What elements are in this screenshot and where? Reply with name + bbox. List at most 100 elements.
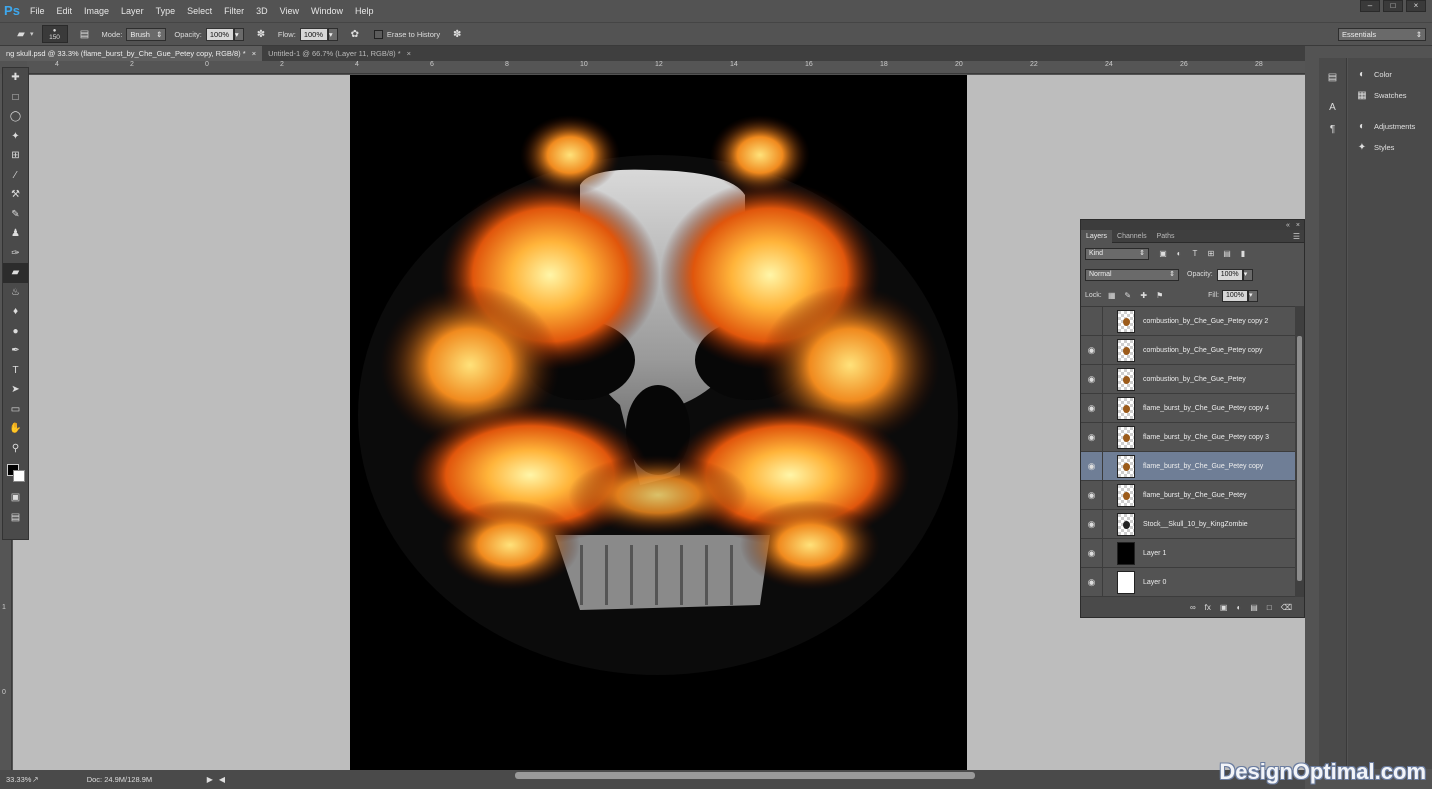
filter-smart-object-icon[interactable]: ▤	[1221, 248, 1233, 260]
pressure-opacity-icon[interactable]: ✽	[252, 26, 270, 42]
layer-name[interactable]: flame_burst_by_Che_Gue_Petey copy	[1143, 463, 1263, 470]
filter-type-icon[interactable]: T	[1189, 248, 1201, 260]
menu-select[interactable]: Select	[181, 0, 218, 22]
brush-panel-icon[interactable]: ▤	[76, 26, 94, 42]
menu-image[interactable]: Image	[78, 0, 115, 22]
menu-filter[interactable]: Filter	[218, 0, 250, 22]
filter-kind-dropdown[interactable]: Kind ⇕	[1085, 247, 1149, 260]
new-group-icon[interactable]: ▤	[1250, 603, 1258, 612]
menu-3d[interactable]: 3D	[250, 0, 274, 22]
paragraph-panel-icon[interactable]: ¶	[1319, 118, 1346, 140]
visibility-eye-icon[interactable]: ◉	[1081, 393, 1103, 423]
filter-toggle-icon[interactable]: ▮	[1237, 248, 1249, 260]
pressure-size-icon[interactable]: ✽	[448, 26, 466, 42]
layer-thumbnail[interactable]	[1117, 338, 1135, 362]
quick-mask-icon[interactable]: ▣	[3, 488, 28, 508]
layer-row[interactable]: ◉ flame_burst_by_Che_Gue_Petey	[1081, 480, 1295, 510]
visibility-eye-icon[interactable]	[1081, 306, 1103, 336]
tab-close-icon[interactable]: ×	[407, 46, 411, 61]
minimize-button[interactable]: –	[1360, 0, 1380, 12]
layer-thumbnail[interactable]	[1117, 425, 1135, 449]
brush-tool-icon[interactable]: ✎	[3, 205, 28, 225]
status-menu-arrow-icon[interactable]: ▶	[207, 775, 213, 784]
visibility-eye-icon[interactable]: ◉	[1081, 567, 1103, 597]
hand-tool-icon[interactable]: ✋	[3, 419, 28, 439]
layer-thumbnail[interactable]	[1117, 541, 1135, 565]
screen-mode-icon[interactable]: ▤	[3, 508, 28, 528]
layer-thumbnail[interactable]	[1117, 454, 1135, 478]
layer-row[interactable]: ◉ flame_burst_by_Che_Gue_Petey copy	[1081, 451, 1295, 481]
new-adjustment-icon[interactable]: ◐	[1236, 603, 1241, 612]
layer-row[interactable]: ◉ Stock__Skull_10_by_KingZombie	[1081, 509, 1295, 539]
horizontal-scrollbar[interactable]	[515, 772, 975, 779]
visibility-eye-icon[interactable]: ◉	[1081, 335, 1103, 365]
layer-thumbnail[interactable]	[1117, 512, 1135, 536]
history-brush-tool-icon[interactable]: ✑	[3, 244, 28, 264]
delete-layer-icon[interactable]: ⌫	[1281, 603, 1292, 612]
workspace-switcher[interactable]: Essentials ⇕	[1338, 27, 1426, 41]
layer-thumbnail[interactable]	[1117, 570, 1135, 594]
dock-adjustments[interactable]: ◐ Adjustments	[1348, 116, 1432, 137]
flow-input[interactable]: 100%	[299, 27, 328, 41]
visibility-eye-icon[interactable]: ◉	[1081, 509, 1103, 539]
lock-all-icon[interactable]: ⚑	[1154, 290, 1166, 302]
menu-edit[interactable]: Edit	[51, 0, 79, 22]
dock-styles[interactable]: ✦ Styles	[1348, 137, 1432, 158]
layer-opacity-dropdown[interactable]: ▾	[1242, 268, 1253, 281]
layer-name[interactable]: Stock__Skull_10_by_KingZombie	[1143, 521, 1248, 528]
clone-stamp-tool-icon[interactable]: ♟	[3, 224, 28, 244]
layer-row[interactable]: ◉ flame_burst_by_Che_Gue_Petey copy 3	[1081, 422, 1295, 452]
eraser-tool-icon[interactable]: ▰	[3, 263, 28, 283]
collapse-icon[interactable]: «	[1286, 222, 1290, 229]
layer-thumbnail[interactable]	[1117, 309, 1135, 333]
blend-mode-dropdown[interactable]: Normal ⇕	[1085, 268, 1179, 281]
tab-layers[interactable]: Layers	[1081, 229, 1113, 243]
add-mask-icon[interactable]: ▣	[1220, 603, 1228, 612]
export-icon[interactable]: ↗	[32, 775, 39, 784]
visibility-eye-icon[interactable]: ◉	[1081, 538, 1103, 568]
link-layers-icon[interactable]: ∞	[1190, 603, 1196, 612]
visibility-eye-icon[interactable]: ◉	[1081, 480, 1103, 510]
layer-name[interactable]: Layer 0	[1143, 579, 1166, 586]
filter-shape-icon[interactable]: ⊞	[1205, 248, 1217, 260]
zoom-level[interactable]: 33.33%	[6, 775, 32, 784]
layer-name[interactable]: combustion_by_Che_Gue_Petey	[1143, 376, 1246, 383]
document-tab-untitled[interactable]: Untitled-1 @ 66.7% (Layer 11, RGB/8) * ×	[262, 46, 417, 61]
background-color-swatch[interactable]	[13, 470, 25, 482]
tab-channels[interactable]: Channels	[1112, 230, 1152, 243]
opacity-input[interactable]: 100%	[205, 27, 234, 41]
menu-type[interactable]: Type	[150, 0, 182, 22]
document-canvas[interactable]	[350, 75, 967, 770]
visibility-eye-icon[interactable]: ◉	[1081, 364, 1103, 394]
visibility-eye-icon[interactable]: ◉	[1081, 422, 1103, 452]
lock-position-icon[interactable]: ✚	[1138, 290, 1150, 302]
layer-name[interactable]: combustion_by_Che_Gue_Petey copy 2	[1143, 318, 1268, 325]
tab-paths[interactable]: Paths	[1152, 230, 1180, 243]
type-tool-icon[interactable]: T	[3, 361, 28, 381]
panel-menu-icon[interactable]: ☰	[1293, 232, 1304, 241]
zoom-tool-icon[interactable]: ⚲	[3, 439, 28, 459]
history-panel-icon[interactable]: ▤	[1319, 66, 1346, 88]
paint-bucket-tool-icon[interactable]: ♨	[3, 283, 28, 303]
eyedropper-tool-icon[interactable]: ⁄	[3, 166, 28, 186]
lasso-tool-icon[interactable]: ◯	[3, 107, 28, 127]
layer-row[interactable]: ◉ combustion_by_Che_Gue_Petey	[1081, 364, 1295, 394]
lock-paint-icon[interactable]: ✎	[1122, 290, 1134, 302]
scroll-left-arrow-icon[interactable]: ◀	[219, 775, 225, 784]
layer-row[interactable]: ◉ Layer 0	[1081, 567, 1295, 597]
layer-thumbnail[interactable]	[1117, 396, 1135, 420]
crop-tool-icon[interactable]: ⊞	[3, 146, 28, 166]
shape-tool-icon[interactable]: ▭	[3, 400, 28, 420]
pen-tool-icon[interactable]: ✒	[3, 341, 28, 361]
quick-select-tool-icon[interactable]: ✦	[3, 127, 28, 147]
layer-name[interactable]: combustion_by_Che_Gue_Petey copy	[1143, 347, 1262, 354]
brush-size-picker[interactable]: ● 150	[41, 25, 68, 43]
ruler-horizontal[interactable]: 42024681012141618202224262830	[27, 61, 1305, 74]
chevron-down-icon[interactable]: ▾	[30, 30, 34, 38]
layer-row[interactable]: ◉ combustion_by_Che_Gue_Petey copy	[1081, 335, 1295, 365]
restore-button[interactable]: □	[1383, 0, 1403, 12]
layers-scrollbar[interactable]	[1295, 306, 1304, 597]
menu-file[interactable]: File	[24, 0, 51, 22]
fill-dropdown[interactable]: ▾	[1248, 289, 1258, 302]
mode-dropdown[interactable]: Brush ⇕	[126, 27, 167, 41]
